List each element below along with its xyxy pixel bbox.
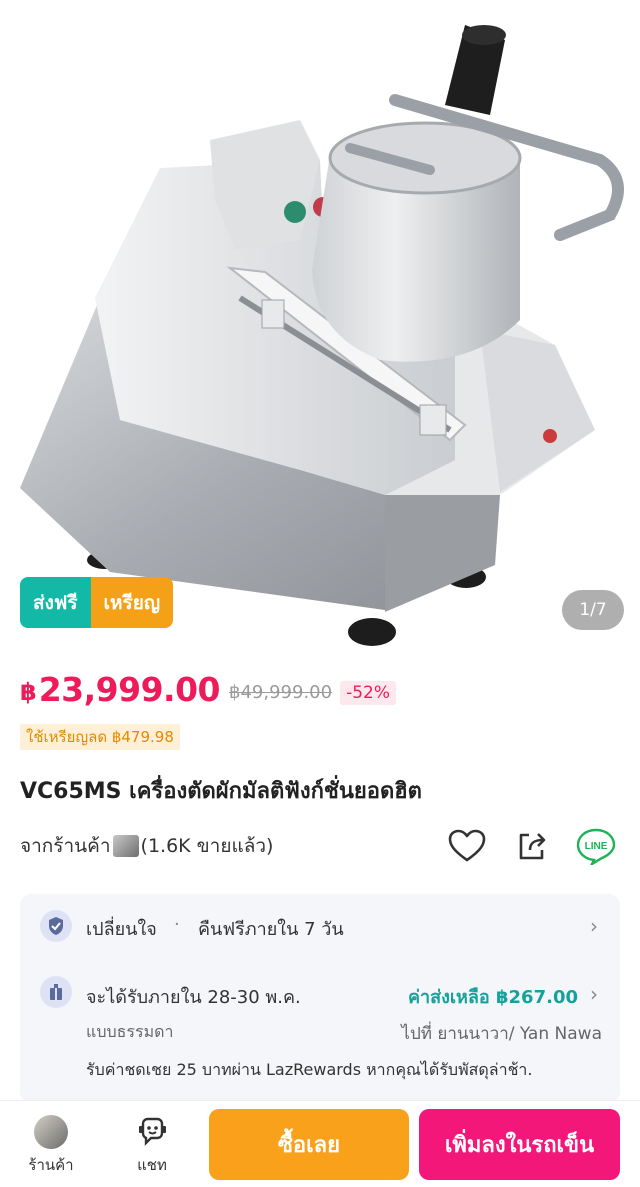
image-counter: 1/7 (562, 590, 624, 630)
share-icon (519, 833, 546, 860)
add-to-cart-button[interactable]: เพิ่มลงในรถเข็น (419, 1109, 620, 1180)
shop-thumbnail (112, 835, 139, 857)
discount-badge: -52% (340, 680, 396, 705)
bottom-action-bar: ร้านค้า แชท ซื้อเลย เพิ่มลงในรถเข็น (0, 1100, 640, 1187)
free-shipping-badge: ส่งฟรี (20, 577, 91, 628)
separator-dot: · (174, 914, 180, 935)
share-button[interactable] (512, 826, 552, 866)
original-price: ฿49,999.00 (229, 682, 333, 703)
shop-tab-label: ร้านค้า (28, 1156, 74, 1174)
line-label: LINE (585, 841, 608, 852)
chevron-right-icon: › (590, 914, 598, 938)
vegetable-cutter-illustration (20, 25, 624, 646)
chat-icon (135, 1115, 169, 1149)
heart-icon (448, 829, 486, 862)
price-row: ฿ 23,999.00 ฿49,999.00 -52% (20, 670, 396, 709)
coin-discount-tag[interactable]: ใช้เหรียญลด ฿479.98 (20, 724, 180, 750)
product-image[interactable]: ส่งฟรี เหรียญ 1/7 (0, 0, 640, 652)
line-icon: LINE (576, 828, 616, 865)
line-share-button[interactable]: LINE (576, 826, 616, 866)
currency-symbol: ฿ (20, 677, 37, 706)
chat-tab[interactable]: แชท (122, 1115, 182, 1177)
shop-prefix: จากร้านค้า (20, 835, 111, 857)
late-compensation-note: รับค่าชดเชย 25 บาทผ่าน LazRewards หากคุณ… (86, 1060, 533, 1079)
shipping-fee: ค่าส่งเหลือ ฿267.00 (407, 987, 578, 1008)
delivery-destination: ไปที่ ยานนาวา/ Yan Nawa (401, 1024, 602, 1044)
shop-avatar (34, 1115, 68, 1149)
current-price: 23,999.00 (38, 670, 221, 709)
coin-badge: เหรียญ (90, 577, 174, 628)
shop-tab[interactable]: ร้านค้า (21, 1115, 81, 1177)
sold-count: (1.6K ขายแล้ว) (140, 835, 274, 857)
delivery-type: แบบธรรมดา (86, 1022, 174, 1041)
buy-now-button[interactable]: ซื้อเลย (209, 1109, 409, 1180)
delivery-icon (40, 976, 72, 1008)
shop-info[interactable]: จากร้านค้า (1.6K ขายแล้ว) (20, 831, 273, 861)
return-text: คืนฟรีภายใน 7 วัน (198, 919, 344, 940)
promo-badges: ส่งฟรี เหรียญ (20, 577, 174, 628)
return-label: เปลี่ยนใจ (86, 919, 157, 940)
chevron-right-icon: › (590, 982, 598, 1006)
wishlist-button[interactable] (447, 826, 487, 866)
delivery-estimate: จะได้รับภายใน 28-30 พ.ค. (86, 987, 301, 1008)
shield-icon (40, 910, 72, 942)
service-card: เปลี่ยนใจ · คืนฟรีภายใน 7 วัน › จะได้รับ… (20, 894, 620, 1104)
product-title: VC65MS เครื่องตัดผักมัลติฟังก์ชั่นยอดฮิต (20, 779, 422, 804)
chat-tab-label: แชท (137, 1156, 167, 1174)
